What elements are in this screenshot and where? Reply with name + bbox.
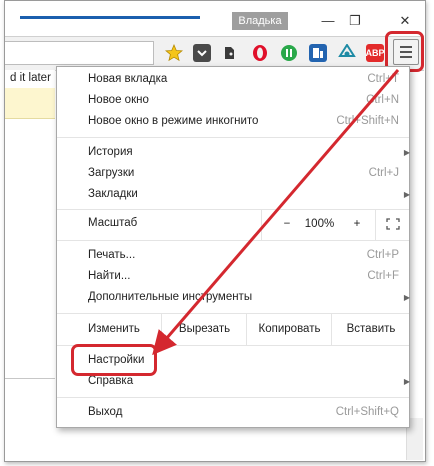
annotation-arrow [152, 69, 400, 356]
arrow-line [152, 69, 400, 356]
